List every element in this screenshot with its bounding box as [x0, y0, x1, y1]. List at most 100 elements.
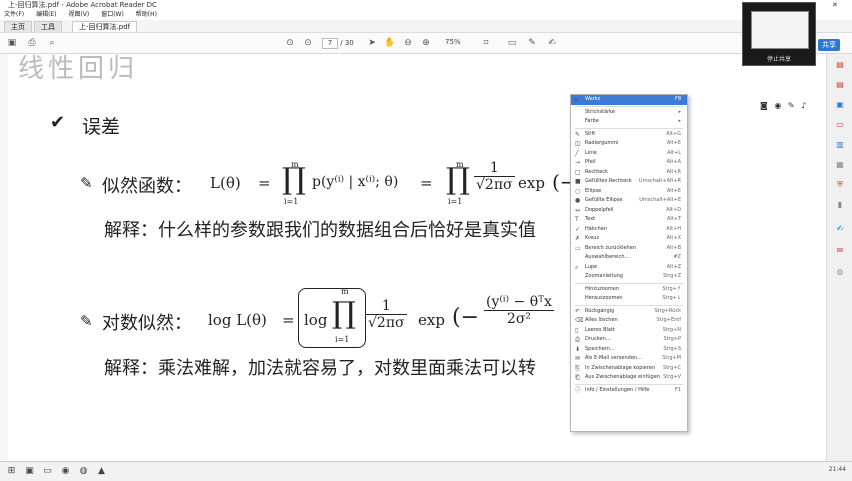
context-menu-item[interactable]: Hinzuzoomen Strg+↑	[571, 285, 687, 295]
comment-tool-icon[interactable]: ▭	[835, 120, 845, 130]
likelihood-prod-bottom: i=1	[284, 197, 299, 206]
context-menu-item[interactable]: T Text Alt+T	[571, 215, 687, 225]
context-menu-item[interactable]: Strichstärke ▸	[571, 108, 687, 118]
comment-icon[interactable]: ▭	[506, 37, 518, 49]
browser-icon[interactable]: ◉	[60, 466, 71, 477]
loglikelihood-tail-num: (y⁽ⁱ⁾ − θᵀx	[484, 294, 554, 311]
context-menu-item[interactable]: ✗ Kreuz Alt+X	[571, 234, 687, 244]
send-for-signature-icon[interactable]: ✉	[835, 246, 845, 256]
context-menu-item[interactable]: ● Gefüllte Ellipse Umschalt+Alt+E	[571, 196, 687, 206]
start-icon[interactable]: ⊞	[6, 466, 17, 477]
zoom-level[interactable]: 75%	[445, 38, 461, 46]
tab-document[interactable]: 上-回归算法.pdf	[72, 21, 138, 32]
page-up-icon[interactable]: ⊙	[284, 37, 296, 49]
close-button[interactable]: ✕	[832, 0, 838, 10]
context-menu-item[interactable]: Farbe ▸	[571, 117, 687, 127]
menu-item-shortcut: Strg+Rück	[654, 307, 681, 314]
context-menu-item[interactable]: ▭ Bereich zurücklehen Alt+B	[571, 244, 687, 254]
context-menu-item[interactable]: ╱ Linie Alt+L	[571, 149, 687, 159]
pen-icon[interactable]: ✎	[788, 101, 795, 110]
menu-item-label: Farbe	[585, 118, 599, 124]
mic-icon[interactable]: ♪	[801, 101, 806, 110]
menu-item-icon: ○	[575, 187, 581, 195]
check-icon: ✔	[50, 112, 66, 133]
menu-item-label: Radiergummi	[585, 140, 619, 146]
eye-icon[interactable]: ◉	[774, 101, 781, 110]
context-menu-item[interactable]: ⎗ Aus Zwischenablage einfügen Strg+V	[571, 373, 687, 383]
menu-file[interactable]: 文件(F)	[4, 11, 24, 18]
zoom-out-icon[interactable]: ⊖	[402, 37, 414, 49]
screen-share-preview	[751, 11, 809, 49]
file-explorer-icon[interactable]: ▭	[42, 466, 53, 477]
combine-files-icon[interactable]: ▥	[835, 140, 845, 150]
search-icon[interactable]: ⌕	[46, 37, 58, 49]
scroll-handle-icon[interactable]: ▮	[835, 200, 845, 210]
likelihood-exp: exp	[518, 174, 545, 192]
sign-icon[interactable]: ✍	[546, 37, 558, 49]
context-menu-item[interactable]: ■ Gefülltes Rechteck Umschalt+Alt+R	[571, 177, 687, 187]
context-menu-item[interactable]: Auswahlbereich... #Z	[571, 253, 687, 263]
menu-item-icon: ⬇	[575, 345, 581, 353]
share-button[interactable]: 共享	[818, 39, 840, 51]
menu-item-shortcut: Strg+V	[663, 374, 681, 380]
likelihood-term: p(y⁽ⁱ⁾ | x⁽ⁱ⁾; θ)	[312, 174, 399, 190]
menu-help[interactable]: 帮助(H)	[136, 11, 157, 18]
protect-icon[interactable]: ⛨	[835, 180, 845, 190]
context-menu-item[interactable]: ↔ Doppelpfeil Alt+D	[571, 206, 687, 216]
likelihood-eq1: =	[258, 174, 271, 192]
context-menu-item[interactable]: ⌕ Lupe Alt+Z	[571, 263, 687, 273]
page-number-input[interactable]: 7	[322, 38, 338, 49]
crop-icon[interactable]: ⌗	[480, 37, 492, 49]
menu-separator	[575, 127, 683, 129]
fill-sign-icon[interactable]: ✍	[835, 224, 845, 234]
context-menu-item[interactable]: ⎘ In Zwischenablage kopieren Strg+C	[571, 364, 687, 374]
context-menu-item[interactable]: ◫ Radiergummi Alt+E	[571, 139, 687, 149]
menu-item-icon: ✗	[575, 235, 581, 242]
camera-icon[interactable]: ◙	[760, 101, 768, 110]
likelihood-explanation: 解释：什么样的参数跟我们的数据组合后恰好是真实值	[104, 220, 536, 241]
loglikelihood-prod-bottom: i=1	[335, 335, 350, 344]
context-menu-item[interactable]: ✓ Häkchen Alt+H	[571, 225, 687, 235]
context-menu-item[interactable]: ✉ Als E-Mail versenden... Strg+M	[571, 354, 687, 364]
context-menu-item[interactable]: ⓘ Info / Einstellungen / Hilfe F1	[571, 386, 687, 396]
menu-item-label: Auswahlbereich...	[585, 254, 630, 260]
context-menu-item[interactable]: ▸ Werkz F8	[571, 95, 687, 105]
menu-window[interactable]: 窗口(W)	[101, 11, 124, 18]
organize-pages-icon[interactable]: ▦	[835, 160, 845, 170]
context-menu-item[interactable]: → Pfeil Alt+A	[571, 158, 687, 168]
stop-share-label[interactable]: 停止共享	[743, 54, 815, 63]
task-view-icon[interactable]: ▣	[24, 466, 35, 477]
more-tools-icon[interactable]: ⚙	[835, 268, 845, 278]
context-menu-item[interactable]: ⎙ Drucken... Strg+P	[571, 335, 687, 345]
create-pdf-icon[interactable]: ▤	[835, 80, 845, 90]
save-icon[interactable]: ▣	[6, 37, 18, 49]
highlight-icon[interactable]: ✎	[526, 37, 538, 49]
export-pdf-icon[interactable]: ▤	[835, 60, 845, 70]
print-icon[interactable]: ⎙	[26, 37, 38, 49]
menu-item-shortcut: F8	[674, 96, 681, 102]
menu-view[interactable]: 视图(V)	[68, 11, 89, 18]
tab-tools[interactable]: 工具	[34, 21, 62, 32]
context-menu-item[interactable]: ▯ Leeres Blatt Strg+N	[571, 326, 687, 336]
menu-item-icon: ●	[575, 197, 581, 204]
context-menu-item[interactable]: ✎ Stift Alt+G	[571, 130, 687, 140]
context-menu-item[interactable]: Zoomanleitung Strg+Z	[571, 272, 687, 282]
acrobat-icon[interactable]: ▲	[96, 466, 107, 477]
context-menu-item[interactable]: ⌫ Alles löschen Strg+Entf	[571, 316, 687, 326]
zoom-in-icon[interactable]: ⊕	[420, 37, 432, 49]
tab-home[interactable]: 主页	[4, 21, 32, 32]
menu-item-label: Häkchen	[585, 225, 607, 232]
page-down-icon[interactable]: ⊙	[302, 37, 314, 49]
app-icon[interactable]: ◍	[78, 466, 89, 477]
context-menu-item[interactable]: ⬇ Speichern... Strg+S	[571, 345, 687, 355]
context-menu-item[interactable]: ○ Ellipse Alt+E	[571, 187, 687, 197]
loglikelihood-fraction: 1 √2πσ	[366, 298, 407, 331]
hand-tool-icon[interactable]: ✋	[384, 37, 396, 49]
context-menu-item[interactable]: □ Rechteck Alt+R	[571, 168, 687, 178]
context-menu-item[interactable]: Herauszoomen Strg+↓	[571, 294, 687, 304]
context-menu-item[interactable]: ↶ Rückgängig Strg+Rück	[571, 307, 687, 317]
menu-edit[interactable]: 编辑(E)	[36, 11, 56, 18]
edit-pdf-icon[interactable]: ▣	[835, 100, 845, 110]
menu-item-shortcut: Alt+X	[666, 235, 681, 241]
select-tool-icon[interactable]: ➤	[366, 37, 378, 49]
